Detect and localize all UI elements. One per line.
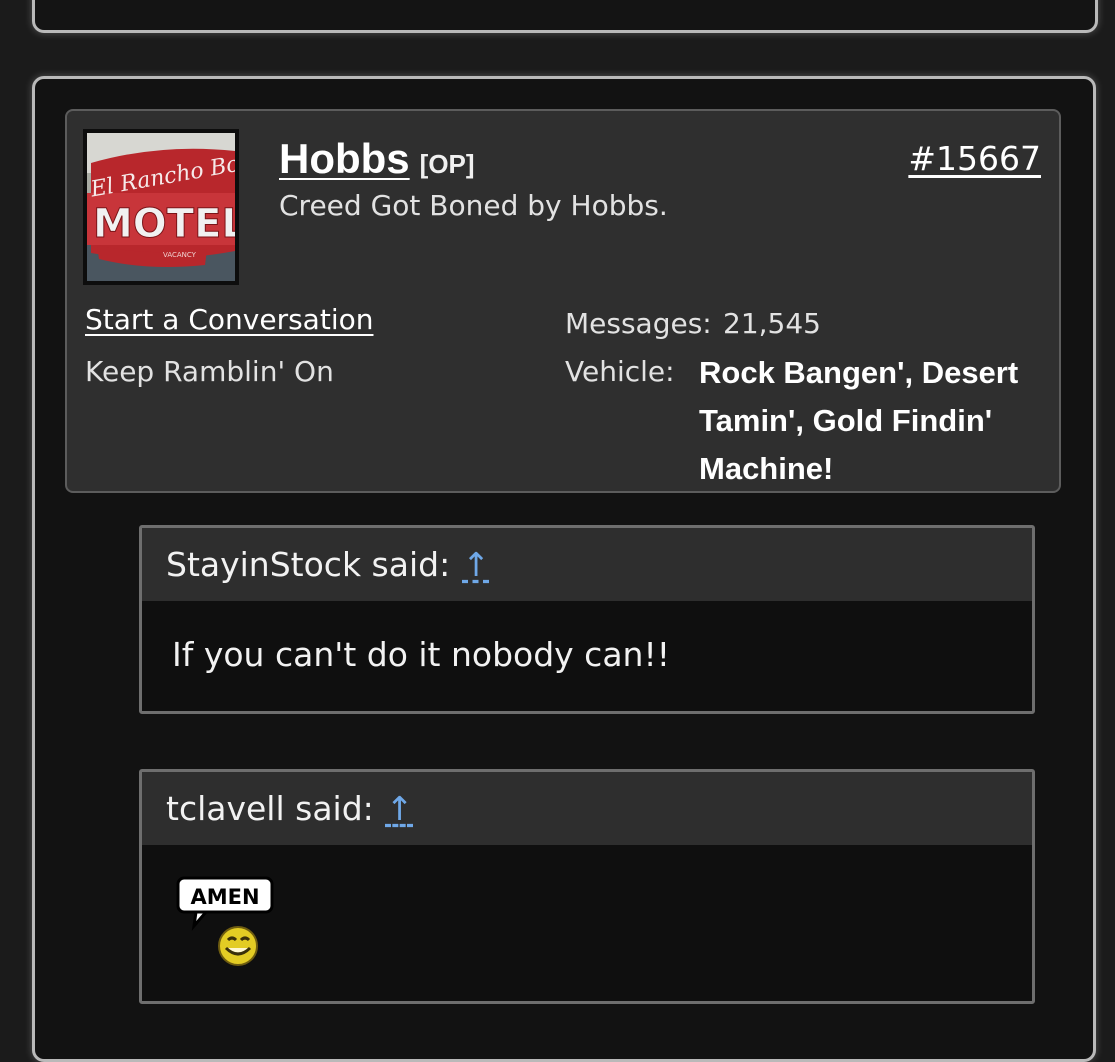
- quote-header: StayinStock said: ↑: [142, 528, 1032, 601]
- quote-block: StayinStock said: ↑ If you can't do it n…: [139, 525, 1035, 714]
- post-container: El Rancho Boulder MOTEL VACANCY Hobbs [O…: [32, 76, 1096, 1062]
- start-conversation-link[interactable]: Start a Conversation: [85, 303, 373, 336]
- smiley-speech-text: AMEN: [190, 885, 259, 909]
- jump-to-quote-icon[interactable]: ↑: [462, 545, 490, 584]
- user-tagline: Keep Ramblin' On: [85, 355, 334, 388]
- messages-label: Messages:: [565, 307, 712, 340]
- user-title: Creed Got Boned by Hobbs.: [279, 189, 668, 222]
- quote-text: If you can't do it nobody can!!: [172, 635, 670, 674]
- jump-to-quote-icon[interactable]: ↑: [386, 789, 414, 828]
- quote-attribution: tclavell said:: [166, 789, 374, 828]
- previous-post-container: [32, 0, 1098, 33]
- post-number-link[interactable]: #15667: [908, 139, 1041, 178]
- username-row: Hobbs [OP]: [279, 135, 475, 183]
- quote-attribution: StayinStock said:: [166, 545, 451, 584]
- messages-value: 21,545: [723, 307, 821, 340]
- quote-header: tclavell said: ↑: [142, 772, 1032, 845]
- vehicle-label: Vehicle:: [565, 355, 675, 388]
- user-info-card: El Rancho Boulder MOTEL VACANCY Hobbs [O…: [65, 109, 1061, 493]
- vehicle-value: Rock Bangen', Desert Tamin', Gold Findin…: [699, 355, 1019, 486]
- username-link[interactable]: Hobbs: [279, 135, 410, 183]
- avatar-text-line3: VACANCY: [163, 251, 197, 259]
- quote-block: tclavell said: ↑ AMEN: [139, 769, 1035, 1004]
- amen-smiley-icon: AMEN: [176, 876, 276, 976]
- avatar[interactable]: El Rancho Boulder MOTEL VACANCY: [83, 129, 239, 285]
- avatar-text-line2: MOTEL: [93, 201, 235, 247]
- avatar-image: El Rancho Boulder MOTEL VACANCY: [87, 133, 235, 281]
- op-badge: [OP]: [419, 149, 475, 179]
